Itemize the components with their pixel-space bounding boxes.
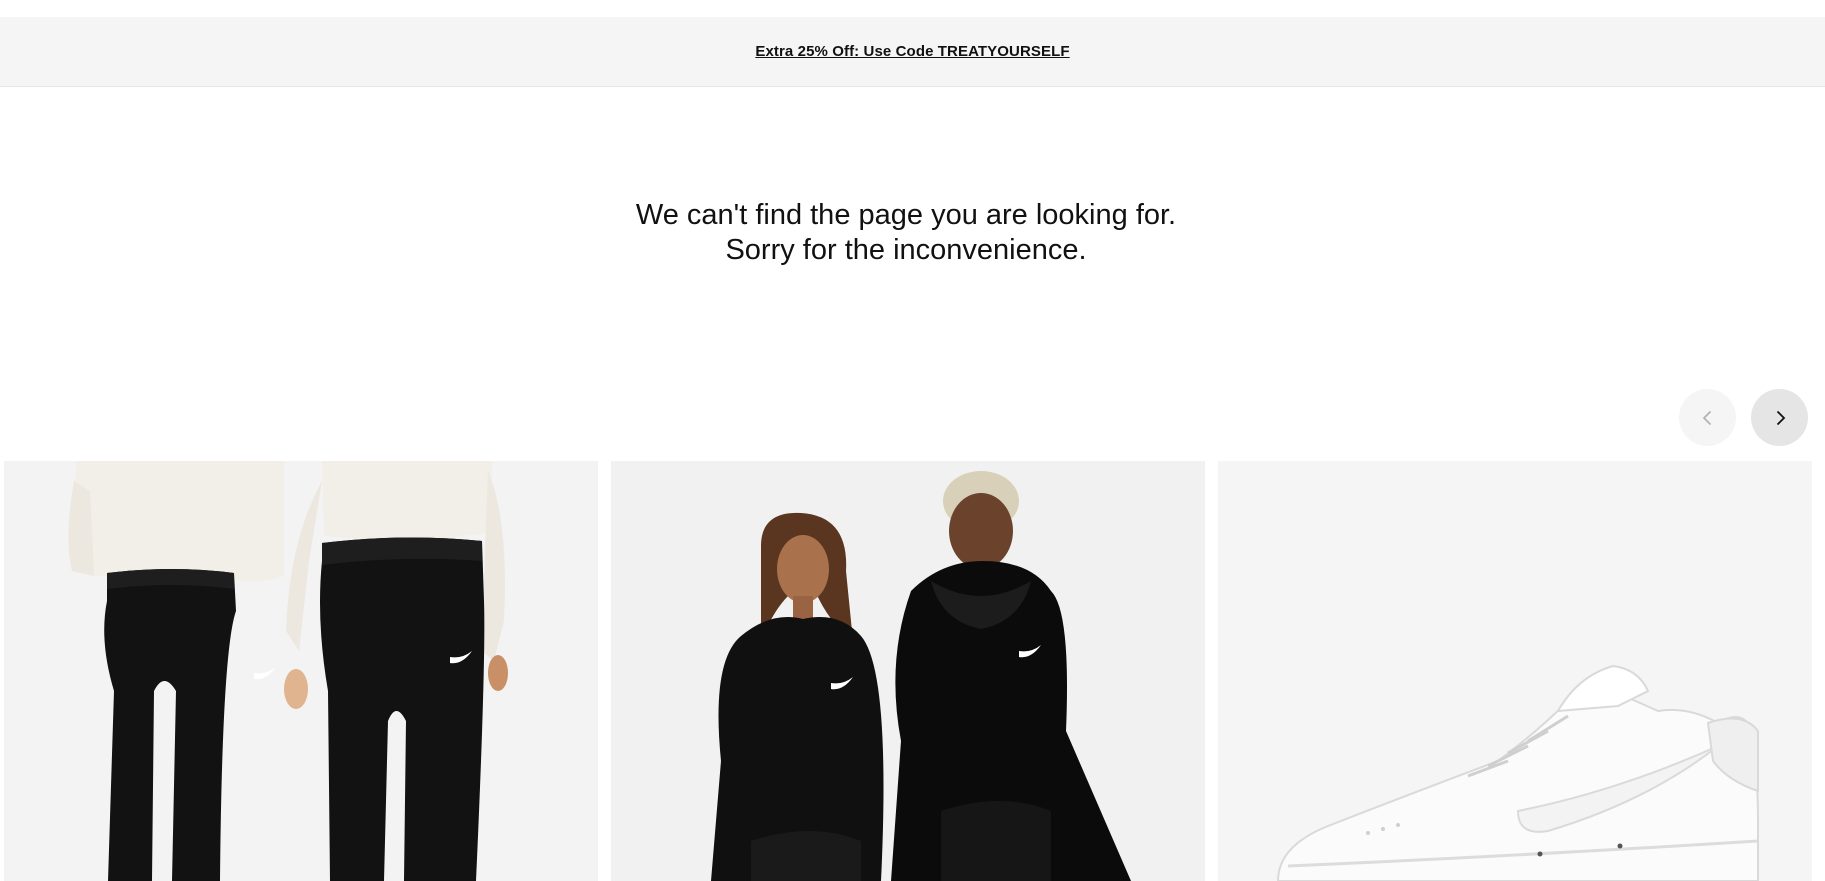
promo-link[interactable]: Extra 25% Off: Use Code TREATYOURSELF [755, 43, 1069, 60]
carousel-next-button[interactable] [1751, 389, 1808, 446]
error-message-line-1: We can't find the page you are looking f… [635, 199, 1177, 231]
error-message-line-2: Sorry for the inconvenience. [725, 234, 1087, 266]
product-image-hoodies [611, 461, 1205, 881]
product-card[interactable] [611, 461, 1205, 881]
promo-banner: Extra 25% Off: Use Code TREATYOURSELF [0, 17, 1825, 87]
product-image-sneaker [1218, 461, 1812, 881]
product-image-joggers [4, 461, 598, 881]
product-card[interactable] [1218, 461, 1812, 881]
chevron-right-icon [1776, 410, 1785, 425]
product-card[interactable] [4, 461, 598, 881]
error-message: We can't find the page you are looking f… [0, 198, 1812, 268]
carousel-prev-button[interactable] [1679, 389, 1736, 446]
chevron-left-icon [1702, 410, 1711, 425]
